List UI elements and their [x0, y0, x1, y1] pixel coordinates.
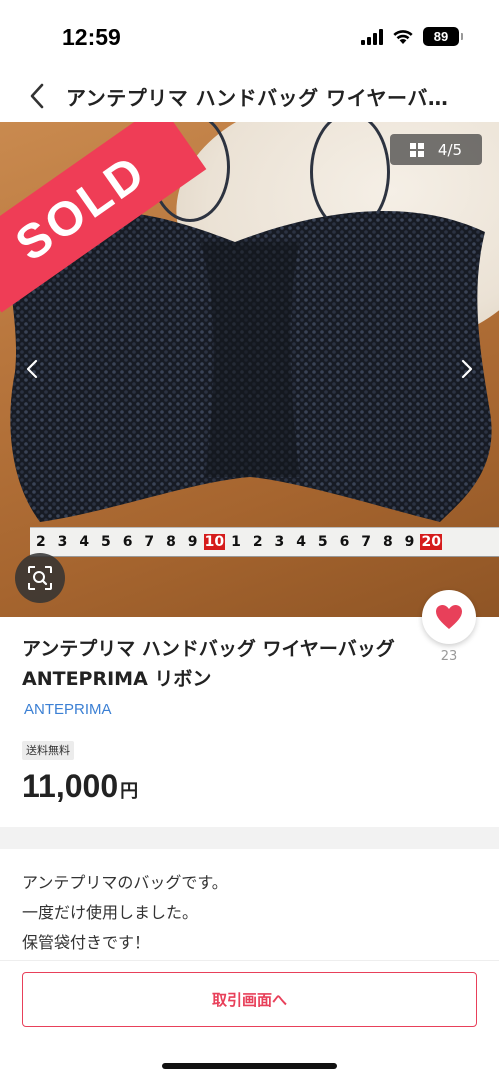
signal-icon: [361, 28, 383, 45]
status-icons: 89: [361, 27, 463, 46]
status-bar: 12:59 89: [0, 0, 499, 70]
like-count: 23: [440, 649, 458, 664]
section-divider: [0, 827, 499, 849]
nav-header: アンテプリマ ハンドバッグ ワイヤーバ…: [0, 70, 499, 122]
transaction-screen-button[interactable]: 取引画面へ: [22, 972, 477, 1027]
photo-measuring-tape: 2 3 4 5 6 7 8 9 10 1 2 3 4 5 6 7 8 9 20: [30, 527, 499, 557]
chevron-left-icon: [26, 359, 38, 379]
description-line: アンテプリマのバッグです。: [22, 873, 228, 892]
battery-icon: 89: [423, 27, 463, 46]
description-line: 一度だけ使用しました。: [22, 903, 199, 922]
next-photo-button[interactable]: [455, 357, 479, 381]
page-title: アンテプリマ ハンドバッグ ワイヤーバ…: [66, 85, 449, 110]
chevron-right-icon: [461, 359, 473, 379]
bottom-action-bar: 取引画面へ: [0, 960, 499, 1080]
grid-icon: [409, 142, 424, 157]
product-description: アンテプリマのバッグです。 一度だけ使用しました。 保管袋付きです！: [22, 868, 228, 958]
heart-icon: [436, 605, 462, 629]
photo-counter: 4/5: [437, 140, 463, 159]
image-search-button[interactable]: [15, 553, 65, 603]
free-shipping-badge: 送料無料: [22, 741, 74, 760]
status-time: 12:59: [62, 24, 121, 50]
price-currency: 円: [120, 781, 139, 802]
description-line: 保管袋付きです！: [22, 933, 151, 952]
like-button[interactable]: [422, 590, 476, 644]
product-title: アンテプリマ ハンドバッグ ワイヤーバッグ ANTEPRIMA リボン: [22, 638, 395, 690]
price: 11,000 円: [22, 768, 138, 805]
wifi-icon: [393, 29, 413, 44]
photo-page-indicator[interactable]: 4/5: [390, 134, 482, 165]
home-indicator[interactable]: [162, 1063, 337, 1069]
prev-photo-button[interactable]: [20, 357, 44, 381]
chevron-left-icon: [30, 83, 44, 109]
product-photo-carousel[interactable]: 2 3 4 5 6 7 8 9 10 1 2 3 4 5 6 7 8 9 20 SOLD 4/5: [0, 122, 499, 617]
price-value: 11,000: [22, 768, 119, 804]
image-search-icon: [28, 566, 52, 590]
back-button[interactable]: [14, 70, 60, 122]
brand-link[interactable]: ANTEPRIMA: [24, 701, 112, 718]
